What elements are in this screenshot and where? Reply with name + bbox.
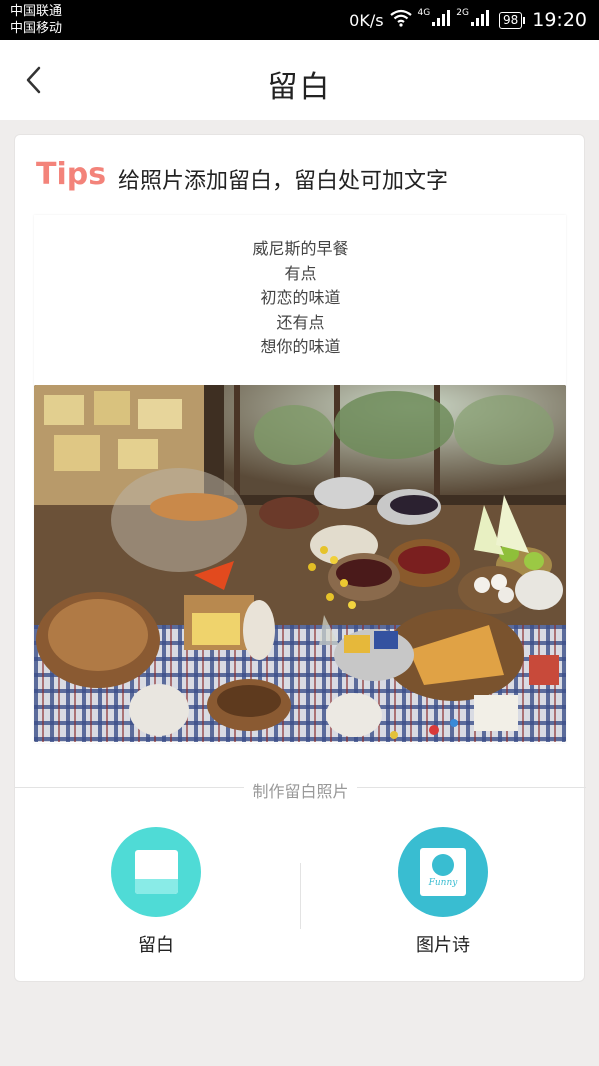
tips-label: Tips xyxy=(36,157,107,192)
signal-icon-2 xyxy=(470,10,489,30)
poem-line: 有点 xyxy=(284,263,317,283)
poem-line: 威尼斯的早餐 xyxy=(252,239,349,258)
clock: 19:20 xyxy=(532,9,587,31)
section-divider: 制作留白照片 xyxy=(15,778,586,802)
tips-text: 给照片添加留白，留白处可加文字 xyxy=(118,169,449,194)
app-header: 留白 xyxy=(0,40,599,120)
dot-shape xyxy=(432,854,454,876)
blank-border-label: 留白 xyxy=(138,935,174,956)
carrier-info: 中国联通 中国移动 xyxy=(10,3,62,37)
preview-photo xyxy=(34,385,566,742)
battery-icon: 98 xyxy=(498,11,526,29)
blank-border-button[interactable]: 留白 xyxy=(96,827,216,957)
section-divider-label: 制作留白照片 xyxy=(244,782,357,801)
network-speed: 0K/s xyxy=(349,10,384,30)
poem-line: 想你的味道 xyxy=(260,337,341,357)
poem-line: 初恋的味道 xyxy=(260,288,341,308)
net-type-2: 2G xyxy=(456,8,469,18)
action-separator xyxy=(300,863,301,929)
frame-shape: Funny xyxy=(420,848,466,896)
main-card: Tips 给照片添加留白，留白处可加文字 威尼斯的早餐 有点 初恋的味道 还有点… xyxy=(14,134,586,982)
signal-icon xyxy=(432,10,451,30)
wifi-icon xyxy=(389,9,412,31)
preview-poem: 威尼斯的早餐 有点 初恋的味道 还有点 想你的味道 xyxy=(15,237,586,360)
carrier-2: 中国移动 xyxy=(10,21,63,36)
picture-poem-button[interactable]: Funny 图片诗 xyxy=(383,827,503,957)
funny-text: Funny xyxy=(428,878,458,888)
picture-poem-label: 图片诗 xyxy=(416,935,470,956)
carrier-1: 中国联通 xyxy=(10,4,63,19)
picture-poem-icon: Funny xyxy=(398,827,488,917)
blank-frame-icon xyxy=(111,827,201,917)
page-title: 留白 xyxy=(267,70,332,105)
frame-shape xyxy=(135,850,178,894)
net-type-1: 4G xyxy=(417,8,431,18)
status-indicators: 0K/s 4G 2G 98 19:20 xyxy=(349,6,587,34)
poem-line: 还有点 xyxy=(276,312,325,332)
status-bar: 中国联通 中国移动 0K/s 4G 2G 98 19:20 xyxy=(0,0,599,40)
